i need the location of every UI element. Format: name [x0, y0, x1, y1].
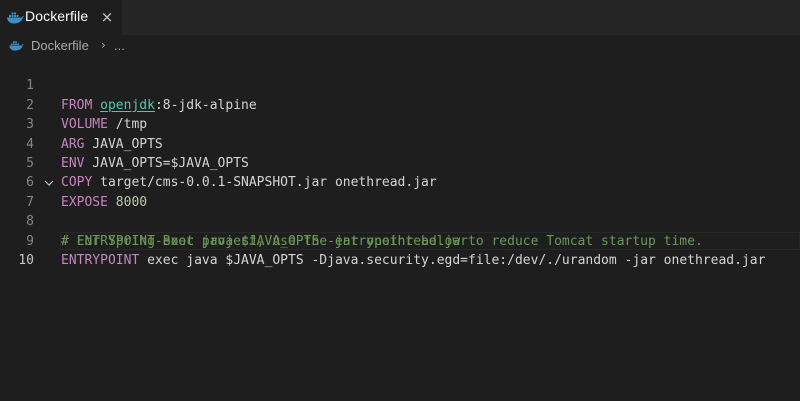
code-text: exec java $JAVA_OPTS -Djava.security.egd… — [139, 253, 766, 268]
code-line[interactable]: 6 EXPOSE 8000 — [0, 154, 800, 209]
code-line[interactable]: 2 VOLUME /tmp — [0, 76, 800, 132]
code-line[interactable]: 1 FROM openjdk:8-jdk-alpine — [0, 57, 800, 112]
docker-whale-icon — [7, 12, 24, 24]
chevron-down-icon[interactable] — [43, 177, 55, 189]
code-line[interactable]: 10 — [0, 232, 800, 268]
breadcrumb: Dockerfile › ... — [0, 35, 800, 57]
code-line[interactable]: 3 ARG JAVA_OPTS — [0, 96, 800, 151]
chevron-right-icon: › — [101, 38, 106, 52]
close-icon[interactable]: × — [99, 9, 115, 25]
breadcrumb-file[interactable]: Dockerfile — [31, 38, 89, 53]
tab-dockerfile[interactable]: Dockerfile × — [0, 0, 122, 35]
docker-whale-icon — [9, 41, 24, 51]
code-line[interactable]: 4 ENV JAVA_OPTS=$JAVA_OPTS — [0, 115, 800, 171]
line-number: 10 — [18, 253, 34, 268]
keyword: ENTRYPOINT — [61, 253, 140, 268]
code-line[interactable]: 8 # For Spring-Boot project, use the ent… — [0, 193, 800, 248]
code-line[interactable]: 5 COPY target/cms-0.0.1-SNAPSHOT.jar one… — [0, 135, 800, 190]
tab-label: Dockerfile — [25, 8, 89, 24]
tab-bar: Dockerfile × — [0, 0, 800, 35]
breadcrumb-more[interactable]: ... — [114, 38, 125, 53]
code-line[interactable]: 7 # ENTRYPOINT exec java $JAVA_OPTS -jar… — [0, 173, 800, 249]
code-editor[interactable]: 1 FROM openjdk:8-jdk-alpine 2 VOLUME /tm… — [0, 57, 800, 401]
code-line[interactable]: 9 ENTRYPOINT exec java $JAVA_OPTS -Djava… — [0, 212, 800, 268]
